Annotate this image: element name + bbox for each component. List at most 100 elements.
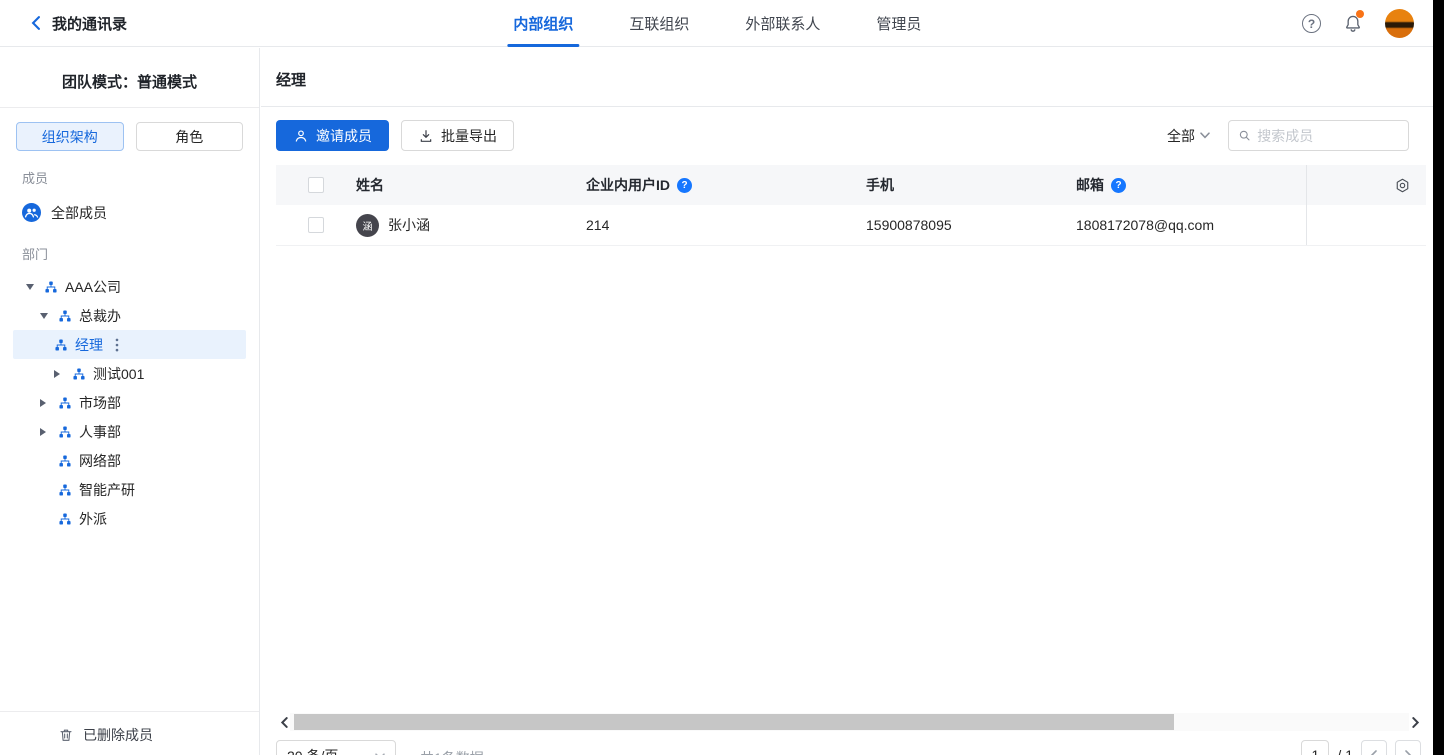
scrollbar-thumb[interactable] [294, 714, 1174, 730]
role-button[interactable]: 角色 [136, 122, 244, 151]
row-select-cell [276, 205, 356, 245]
more-actions-icon[interactable] [115, 338, 119, 352]
row-user-id: 214 [586, 217, 866, 233]
tab-connected-org[interactable]: 互联组织 [629, 0, 689, 47]
tree-item-label: 外派 [79, 509, 107, 529]
next-page-button[interactable] [1395, 740, 1421, 755]
member-name: 张小涵 [388, 215, 430, 235]
tree-item-label: 总裁办 [79, 306, 121, 326]
expand-caret-icon[interactable] [54, 370, 72, 378]
deleted-members-icon [58, 727, 74, 743]
expand-caret-icon[interactable] [40, 399, 58, 407]
team-mode-label: 团队模式：普通模式 [0, 48, 259, 108]
department-icon [58, 454, 72, 468]
department-icon [58, 483, 72, 497]
header-email: 邮箱 ? [1076, 175, 1306, 195]
pager-controls: 1 / 1 [1301, 740, 1421, 755]
tree-item-label: 网络部 [79, 451, 121, 471]
sidebar-bottom: 已删除成员 [0, 711, 259, 755]
chevron-down-icon [1200, 132, 1210, 139]
row-name-cell: 涵 张小涵 [356, 214, 586, 237]
tree-item-presidents-office[interactable]: 总裁办 [0, 301, 259, 330]
row-checkbox[interactable] [308, 217, 324, 233]
sidebar: 团队模式：普通模式 组织架构 角色 成员 全部成员 部门 AAA公司 [0, 48, 260, 755]
help-icon[interactable]: ? [1302, 14, 1321, 33]
header-user-id: 企业内用户ID ? [586, 175, 866, 195]
tree-item-test001[interactable]: 测试001 [0, 359, 259, 388]
user-id-help-icon[interactable]: ? [677, 178, 692, 193]
column-settings-gear-icon[interactable] [1394, 177, 1411, 194]
department-icon [58, 512, 72, 526]
total-count-label: 共1条数据 [420, 748, 484, 755]
org-structure-button[interactable]: 组织架构 [16, 122, 124, 151]
select-all-checkbox[interactable] [308, 177, 324, 193]
expand-caret-icon[interactable] [40, 428, 58, 436]
search-icon [1238, 128, 1251, 143]
member-table: 姓名 企业内用户ID ? 手机 邮箱 ? 涵 [276, 165, 1426, 246]
title-divider [261, 106, 1433, 107]
scrollbar-track[interactable] [290, 713, 1409, 731]
header-operations [1306, 165, 1426, 205]
topbar-actions: ? [1302, 0, 1414, 47]
row-phone: 15900878095 [866, 217, 1076, 233]
row-email: 1808172078@qq.com [1076, 217, 1306, 233]
tab-internal-org[interactable]: 内部组织 [513, 0, 573, 47]
expand-caret-icon[interactable] [26, 284, 44, 290]
scroll-right-arrow[interactable] [1409, 713, 1421, 731]
current-page-box[interactable]: 1 [1301, 740, 1329, 755]
header-name: 姓名 [356, 175, 586, 195]
email-help-icon[interactable]: ? [1111, 178, 1126, 193]
toolbar-right: 全部 [1167, 120, 1418, 151]
tree-item-aaa-company[interactable]: AAA公司 [0, 272, 259, 301]
tree-item-network[interactable]: 网络部 [0, 446, 259, 475]
departments-section-label: 部门 [22, 244, 259, 263]
tree-item-label: 经理 [75, 335, 103, 355]
tree-item-marketing[interactable]: 市场部 [0, 388, 259, 417]
department-icon [58, 425, 72, 439]
expand-caret-icon[interactable] [40, 313, 58, 319]
tab-admins[interactable]: 管理员 [876, 0, 921, 47]
tab-external-contacts[interactable]: 外部联系人 [745, 0, 820, 47]
tree-item-label: AAA公司 [65, 277, 121, 297]
page-size-select[interactable]: 20 条/页 [276, 740, 396, 755]
member-search[interactable] [1228, 120, 1409, 151]
back-button[interactable]: 我的通讯录 [30, 13, 127, 34]
notification-dot [1356, 10, 1364, 18]
main-panel: 经理 邀请成员 批量导出 全部 [261, 48, 1433, 755]
filter-dropdown[interactable]: 全部 [1167, 126, 1210, 146]
active-tab-underline [507, 44, 579, 47]
tree-item-label: 市场部 [79, 393, 121, 413]
members-section-label: 成员 [22, 168, 259, 187]
row-operations [1306, 205, 1426, 245]
table-row[interactable]: 涵 张小涵 214 15900878095 1808172078@qq.com [276, 205, 1426, 246]
scroll-left-arrow[interactable] [278, 713, 290, 731]
tree-item-ai-rd[interactable]: 智能产研 [0, 475, 259, 504]
header-select-cell [276, 165, 356, 205]
all-members-label: 全部成员 [51, 203, 107, 223]
prev-page-button[interactable] [1361, 740, 1387, 755]
tree-item-manager-selected[interactable]: 经理 [13, 330, 246, 359]
content-title: 经理 [261, 48, 1433, 90]
search-input[interactable] [1257, 128, 1399, 144]
batch-export-button[interactable]: 批量导出 [401, 120, 514, 151]
tree-item-label: 智能产研 [79, 480, 135, 500]
tree-item-label: 测试001 [93, 364, 144, 384]
department-icon [44, 280, 58, 294]
view-switch: 组织架构 角色 [16, 122, 243, 151]
pagination-bar: 20 条/页 共1条数据 1 / 1 [276, 740, 1421, 755]
all-members-icon [22, 203, 41, 222]
screen-edge-black-strip [1433, 0, 1444, 755]
notification-bell-icon[interactable] [1343, 13, 1363, 34]
tree-item-dispatch[interactable]: 外派 [0, 504, 259, 533]
header-phone: 手机 [866, 175, 1076, 195]
deleted-members-item[interactable]: 已删除成员 [0, 712, 259, 755]
invite-member-button[interactable]: 邀请成员 [276, 120, 389, 151]
table-header-row: 姓名 企业内用户ID ? 手机 邮箱 ? [276, 165, 1426, 205]
tree-item-hr[interactable]: 人事部 [0, 417, 259, 446]
nav-tabs: 内部组织 互联组织 外部联系人 管理员 [485, 0, 949, 47]
toolbar: 邀请成员 批量导出 全部 [276, 120, 1418, 151]
all-members-item[interactable]: 全部成员 [0, 198, 259, 227]
user-avatar[interactable] [1385, 9, 1414, 38]
back-chevron-icon [30, 16, 42, 30]
department-icon [58, 309, 72, 323]
